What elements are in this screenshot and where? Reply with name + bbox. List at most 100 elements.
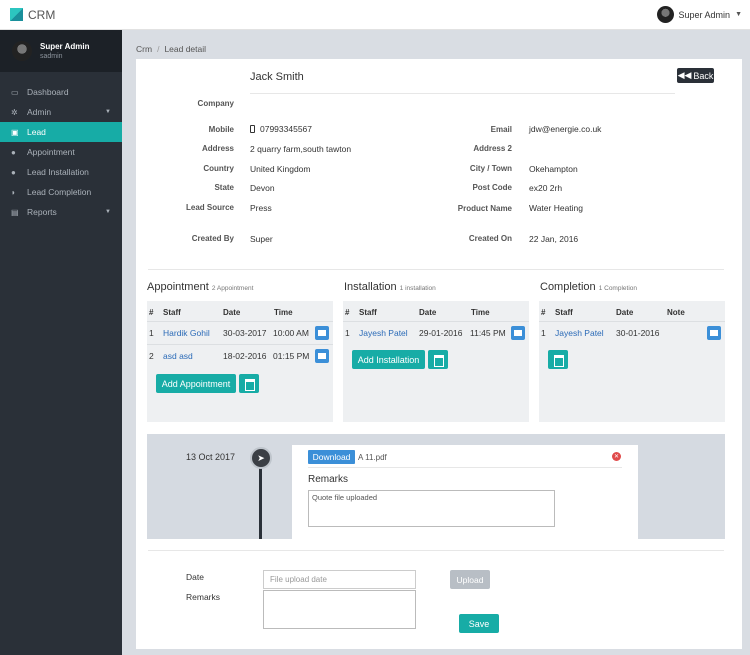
close-icon[interactable]: ✕ bbox=[612, 452, 621, 461]
file-upload-date-input[interactable]: File upload date bbox=[263, 570, 416, 589]
label-city: City / Town bbox=[469, 164, 512, 173]
sidebar-user-role: sadmin bbox=[40, 53, 63, 60]
value-created-by: Super bbox=[250, 234, 273, 244]
sidebar: Super Admin sadmin ▭ Dashboard ✲ Admin ▼ ▣ L… bbox=[0, 30, 122, 655]
sidebar-item-reports[interactable]: ▤ Reports ▼ bbox=[0, 202, 122, 222]
email-button[interactable] bbox=[315, 326, 329, 340]
timeline-remarks-text[interactable]: Quote file uploaded bbox=[308, 490, 555, 527]
appointment-date: 18-02-2016 bbox=[223, 351, 267, 361]
label-company: Company bbox=[197, 99, 234, 108]
chevron-down-icon: ▼ bbox=[735, 11, 742, 18]
appointment-date: 30-03-2017 bbox=[223, 328, 267, 338]
sidebar-item-lead-installation[interactable]: ● Lead Installation bbox=[0, 162, 122, 182]
file-name: A 11.pdf bbox=[358, 453, 387, 462]
calendar-icon[interactable] bbox=[548, 350, 568, 369]
breadcrumb-root[interactable]: Crm bbox=[136, 44, 152, 54]
completion-header-date: Date bbox=[616, 308, 634, 317]
appointment-title: Appointment bbox=[147, 281, 209, 293]
value-email: jdw@energie.co.uk bbox=[529, 124, 602, 134]
installation-staff-link[interactable]: Jayesh Patel bbox=[359, 328, 408, 338]
sidebar-item-label: Lead bbox=[27, 127, 46, 137]
label-post-code: Post Code bbox=[472, 183, 512, 192]
divider bbox=[308, 467, 622, 468]
installation-count: 1 installation bbox=[399, 285, 436, 292]
send-icon: ➤ bbox=[250, 447, 272, 469]
completion-header-number: # bbox=[541, 308, 546, 317]
avatar bbox=[656, 6, 674, 23]
appointment-staff-link[interactable]: asd asd bbox=[163, 351, 193, 361]
calendar-icon[interactable] bbox=[428, 350, 448, 369]
divider bbox=[148, 550, 724, 551]
laptop-icon: ▭ bbox=[11, 87, 19, 97]
download-button[interactable]: Download bbox=[308, 450, 355, 464]
email-button[interactable] bbox=[511, 326, 525, 340]
installation-header-number: # bbox=[345, 308, 350, 317]
shield-icon: ◗ bbox=[11, 187, 16, 197]
value-lead-source: Press bbox=[250, 203, 272, 213]
info-icon: ● bbox=[11, 167, 16, 177]
sidebar-item-label: Lead Completion bbox=[27, 187, 92, 197]
page-title: Jack Smith bbox=[250, 71, 304, 83]
label-country: Country bbox=[203, 164, 234, 173]
user-menu[interactable]: Super Admin ▼ bbox=[656, 6, 742, 23]
sidebar-item-label: Dashboard bbox=[27, 87, 69, 97]
add-installation-button[interactable]: Add Installation bbox=[352, 350, 425, 369]
add-appointment-button[interactable]: Add Appointment bbox=[156, 374, 236, 393]
completion-header-note: Note bbox=[667, 308, 685, 317]
upload-button[interactable]: Upload bbox=[450, 570, 490, 589]
value-created-on: 22 Jan, 2016 bbox=[529, 234, 579, 244]
installation-header-date: Date bbox=[419, 308, 437, 317]
value-address: 2 quarry farm,south tawton bbox=[250, 144, 352, 154]
sidebar-item-appointment[interactable]: ● Appointment bbox=[0, 142, 122, 162]
top-bar: CRM Super Admin ▼ bbox=[0, 0, 750, 30]
sidebar-item-dashboard[interactable]: ▭ Dashboard bbox=[0, 82, 122, 102]
installation-date: 29-01-2016 bbox=[419, 328, 463, 338]
sidebar-item-lead-completion[interactable]: ◗ Lead Completion bbox=[0, 182, 122, 202]
appointment-time: 10:00 AM bbox=[273, 328, 309, 338]
remarks-textarea[interactable] bbox=[263, 590, 416, 629]
completion-date: 30-01-2016 bbox=[616, 328, 660, 338]
timeline-remarks-label: Remarks bbox=[308, 474, 349, 485]
completion-row-number: 1 bbox=[541, 328, 546, 338]
avatar bbox=[12, 41, 32, 61]
sidebar-item-lead[interactable]: ▣ Lead bbox=[0, 122, 122, 142]
appointment-row-number: 1 bbox=[149, 328, 154, 338]
installation-time: 11:45 PM bbox=[470, 328, 506, 338]
value-state: Devon bbox=[250, 183, 275, 193]
breadcrumb: Crm / Lead detail bbox=[136, 44, 206, 54]
completion-count: 1 Completion bbox=[598, 285, 638, 292]
label-address: Address bbox=[201, 144, 234, 153]
label-mobile: Mobile bbox=[208, 125, 234, 134]
back-button[interactable]: ◀◀ Back bbox=[677, 68, 714, 83]
appointment-staff-link[interactable]: Hardik Gohil bbox=[163, 328, 210, 338]
appointment-header-number: # bbox=[149, 308, 154, 317]
back-arrow-icon: ◀◀ bbox=[677, 70, 692, 80]
completion-staff-link[interactable]: Jayesh Patel bbox=[555, 328, 604, 338]
appointment-count: 2 Appointment bbox=[211, 285, 254, 292]
calendar-icon[interactable] bbox=[239, 374, 259, 393]
table-divider bbox=[147, 344, 333, 345]
label-created-by: Created By bbox=[191, 234, 234, 243]
table-divider bbox=[147, 321, 333, 322]
mobile-icon bbox=[250, 125, 255, 133]
appointment-header-date: Date bbox=[223, 308, 241, 317]
sidebar-item-admin[interactable]: ✲ Admin ▼ bbox=[0, 102, 122, 122]
value-product-name: Water Heating bbox=[529, 203, 584, 213]
email-button[interactable] bbox=[707, 326, 721, 340]
chevron-down-icon: ▼ bbox=[105, 209, 111, 215]
timeline-line bbox=[259, 462, 262, 539]
label-lead-source: Lead Source bbox=[185, 203, 234, 212]
sidebar-user-name: Super Admin bbox=[40, 42, 90, 51]
installation-row-number: 1 bbox=[345, 328, 350, 338]
breadcrumb-separator: / bbox=[157, 44, 160, 54]
sidebar-item-label: Appointment bbox=[27, 147, 75, 157]
email-button[interactable] bbox=[315, 349, 329, 363]
sidebar-item-label: Reports bbox=[27, 207, 57, 217]
sidebar-item-label: Lead Installation bbox=[27, 167, 89, 177]
label-email: Email bbox=[490, 125, 512, 134]
brand-title: CRM bbox=[28, 8, 56, 22]
date-label: Date bbox=[186, 572, 204, 582]
save-button[interactable]: Save bbox=[459, 614, 499, 633]
timeline-date: 13 Oct 2017 bbox=[186, 452, 236, 462]
card-icon: ▣ bbox=[11, 127, 19, 137]
